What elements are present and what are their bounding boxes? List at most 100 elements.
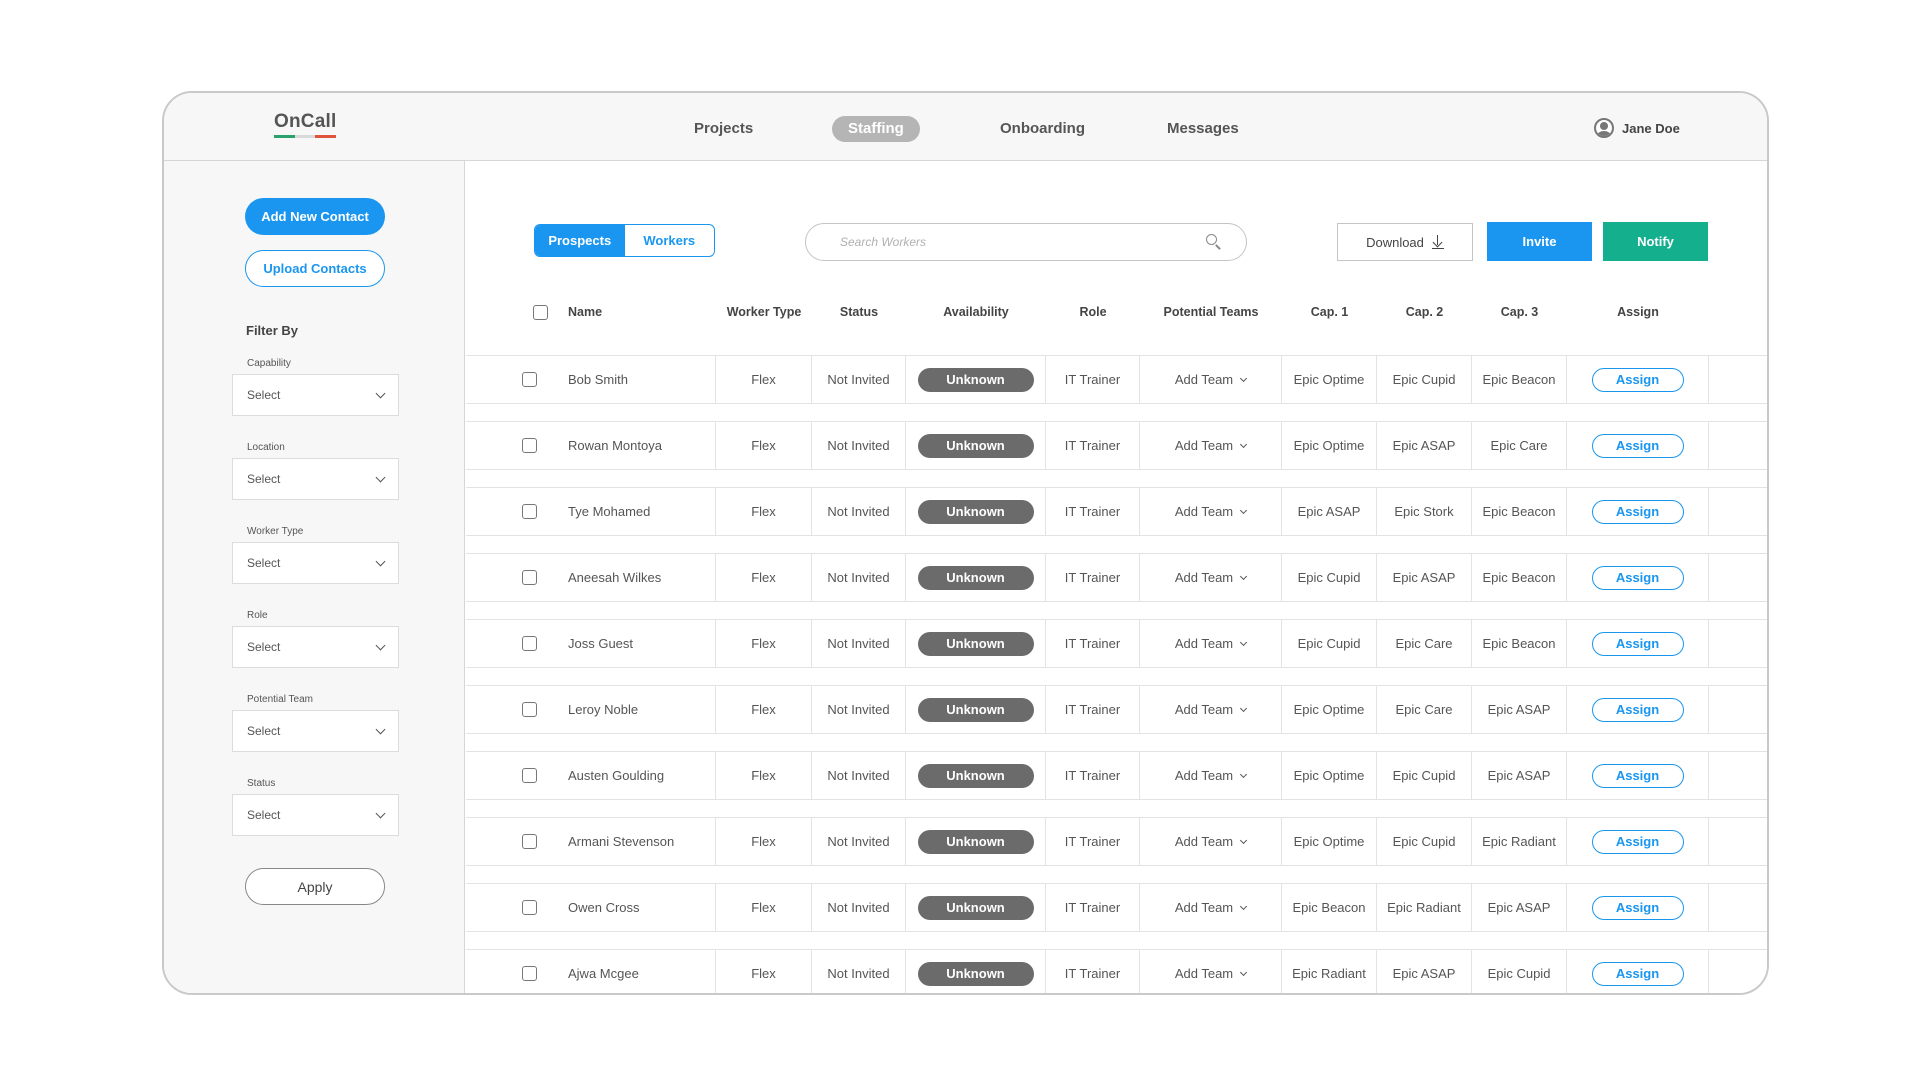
search-input[interactable] — [840, 235, 1206, 249]
cell-availability: Unknown — [906, 686, 1046, 733]
cell-availability: Unknown — [906, 818, 1046, 865]
filter-location: Location Select — [232, 442, 399, 500]
row-checkbox[interactable] — [521, 702, 537, 717]
cell-assign: Assign — [1567, 488, 1709, 535]
capability-select[interactable]: Select — [232, 374, 399, 416]
cell-cap3: Epic ASAP — [1472, 686, 1567, 733]
header-availability[interactable]: Availability — [906, 305, 1046, 319]
app-logo[interactable]: OnCall — [274, 111, 336, 133]
cell-name: Aneesah Wilkes — [553, 554, 716, 601]
add-team-dropdown[interactable]: Add Team — [1175, 900, 1248, 915]
filter-potential-team: Potential Team Select — [232, 694, 399, 752]
header-cap2[interactable]: Cap. 2 — [1377, 305, 1472, 319]
cell-name: Leroy Noble — [553, 686, 716, 733]
worker-type-select[interactable]: Select — [232, 542, 399, 584]
header-name[interactable]: Name — [568, 305, 602, 319]
upload-contacts-button[interactable]: Upload Contacts — [245, 250, 385, 287]
tab-workers[interactable]: Workers — [625, 225, 715, 256]
header-cap3[interactable]: Cap. 3 — [1472, 305, 1567, 319]
header-worker-type[interactable]: Worker Type — [716, 305, 812, 319]
header-status[interactable]: Status — [812, 305, 906, 319]
assign-button[interactable]: Assign — [1591, 565, 1684, 590]
cell-cap3: Epic Beacon — [1472, 554, 1567, 601]
row-checkbox[interactable] — [521, 768, 537, 783]
role-select[interactable]: Select — [232, 626, 399, 668]
add-team-dropdown[interactable]: Add Team — [1175, 372, 1248, 387]
location-select[interactable]: Select — [232, 458, 399, 500]
row-checkbox[interactable] — [521, 570, 537, 585]
logo-underline — [274, 135, 337, 138]
row-select-cell — [466, 356, 556, 403]
availability-badge: Unknown — [917, 631, 1034, 656]
filter-role: Role Select — [232, 610, 399, 668]
cell-availability: Unknown — [906, 554, 1046, 601]
nav-onboarding[interactable]: Onboarding — [984, 116, 1101, 142]
assign-button[interactable]: Assign — [1591, 499, 1684, 524]
add-team-dropdown[interactable]: Add Team — [1175, 966, 1248, 981]
cell-potential-team: Add Team — [1140, 422, 1282, 469]
select-value: Select — [247, 472, 281, 486]
row-checkbox[interactable] — [521, 966, 537, 981]
nav-projects[interactable]: Projects — [678, 116, 769, 142]
chevron-down-icon — [1240, 836, 1248, 844]
notify-button[interactable]: Notify — [1603, 222, 1708, 261]
availability-badge: Unknown — [917, 763, 1034, 788]
cell-cap2: Epic ASAP — [1377, 554, 1472, 601]
select-all-checkbox[interactable] — [533, 305, 548, 320]
row-checkbox[interactable] — [521, 372, 537, 387]
assign-button[interactable]: Assign — [1591, 631, 1684, 656]
cell-potential-team: Add Team — [1140, 884, 1282, 931]
header-cap1[interactable]: Cap. 1 — [1282, 305, 1377, 319]
assign-button[interactable]: Assign — [1591, 367, 1684, 392]
cell-assign: Assign — [1567, 356, 1709, 403]
row-checkbox[interactable] — [521, 504, 537, 519]
nav-messages[interactable]: Messages — [1151, 116, 1255, 142]
add-team-dropdown[interactable]: Add Team — [1175, 504, 1248, 519]
download-button[interactable]: Download — [1337, 223, 1473, 261]
chevron-down-icon — [1240, 770, 1248, 778]
assign-button[interactable]: Assign — [1591, 697, 1684, 722]
cell-cap2: Epic Cupid — [1377, 752, 1472, 799]
availability-badge: Unknown — [917, 697, 1034, 722]
cell-worker-type: Flex — [716, 950, 812, 993]
assign-button[interactable]: Assign — [1591, 895, 1684, 920]
add-team-dropdown[interactable]: Add Team — [1175, 834, 1248, 849]
header-assign[interactable]: Assign — [1567, 305, 1709, 319]
nav-staffing[interactable]: Staffing — [832, 116, 920, 142]
row-checkbox[interactable] — [521, 900, 537, 915]
add-team-dropdown[interactable]: Add Team — [1175, 768, 1248, 783]
cell-assign: Assign — [1567, 950, 1709, 993]
header-potential-teams[interactable]: Potential Teams — [1140, 305, 1282, 319]
assign-button[interactable]: Assign — [1591, 763, 1684, 788]
row-checkbox[interactable] — [521, 636, 537, 651]
add-team-dropdown[interactable]: Add Team — [1175, 438, 1248, 453]
chevron-down-icon — [375, 808, 386, 818]
availability-badge: Unknown — [917, 367, 1034, 392]
assign-button[interactable]: Assign — [1591, 829, 1684, 854]
add-team-dropdown[interactable]: Add Team — [1175, 636, 1248, 651]
search-icon[interactable] — [1206, 234, 1222, 250]
availability-badge: Unknown — [917, 433, 1034, 458]
filter-worker-type: Worker Type Select — [232, 526, 399, 584]
top-nav-bar: OnCall Projects Staffing Onboarding Mess… — [164, 93, 1767, 161]
invite-button[interactable]: Invite — [1487, 222, 1592, 261]
cell-cap1: Epic ASAP — [1282, 488, 1377, 535]
status-select[interactable]: Select — [232, 794, 399, 836]
header-role[interactable]: Role — [1046, 305, 1140, 319]
apply-filters-button[interactable]: Apply — [245, 868, 385, 905]
add-team-dropdown[interactable]: Add Team — [1175, 570, 1248, 585]
cell-assign: Assign — [1567, 422, 1709, 469]
add-new-contact-button[interactable]: Add New Contact — [245, 198, 385, 235]
add-team-dropdown[interactable]: Add Team — [1175, 702, 1248, 717]
chevron-down-icon — [1240, 968, 1248, 976]
user-menu[interactable]: Jane Doe — [1594, 118, 1680, 138]
tab-prospects[interactable]: Prospects — [535, 225, 625, 256]
assign-button[interactable]: Assign — [1591, 961, 1684, 986]
row-checkbox[interactable] — [521, 834, 537, 849]
assign-button[interactable]: Assign — [1591, 433, 1684, 458]
table-row: Armani Stevenson Flex Not Invited Unknown IT… — [466, 817, 1767, 866]
cell-cap1: Epic Cupid — [1282, 620, 1377, 667]
logo-bar-segment-green — [274, 135, 295, 138]
row-checkbox[interactable] — [521, 438, 537, 453]
potential-team-select[interactable]: Select — [232, 710, 399, 752]
